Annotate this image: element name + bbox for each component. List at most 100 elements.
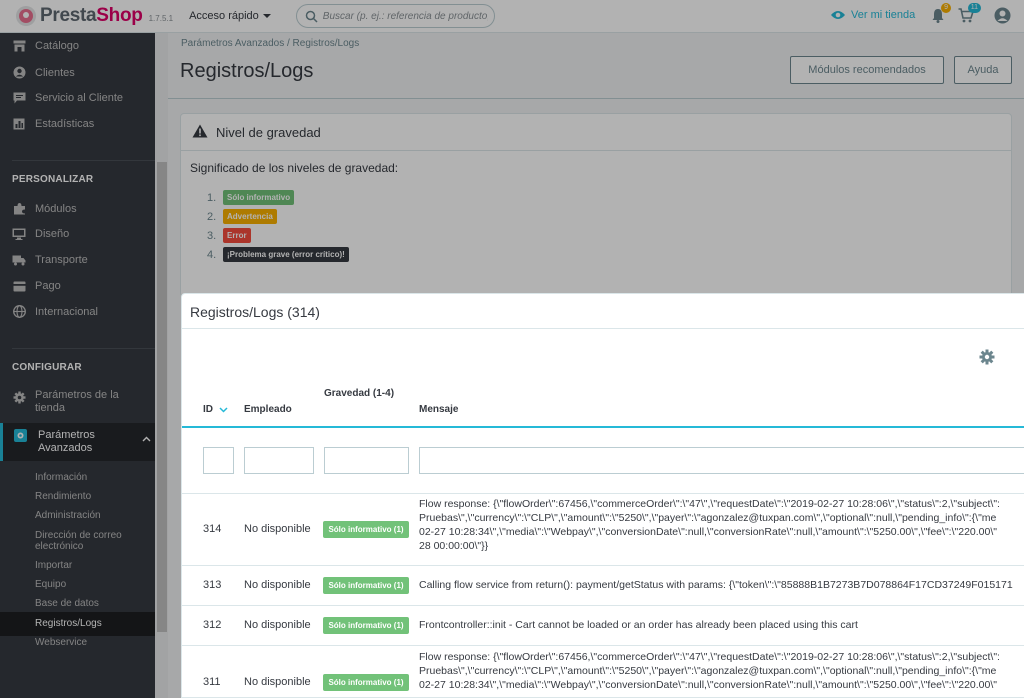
severity-level-1: 1. Sólo informativo xyxy=(207,190,295,205)
sidebar-item-design[interactable]: Diseño xyxy=(0,228,155,240)
sidebar-subitem-logs[interactable]: Registros/Logs xyxy=(35,618,145,629)
sidebar-item-advanced-params[interactable]: Parámetros Avanzados xyxy=(0,423,155,461)
severity-badge: Sólo informativo (1) xyxy=(323,577,409,594)
logs-panel-title: Registros/Logs (314) xyxy=(190,304,320,320)
caret-down-icon xyxy=(262,14,271,18)
sidebar-divider xyxy=(12,160,155,161)
column-header-id[interactable]: ID xyxy=(203,402,228,418)
severity-level-3: 3. Error xyxy=(207,228,251,243)
sidebar-item-store-params[interactable]: Parámetros de la tienda xyxy=(0,389,155,415)
column-header-message[interactable]: Mensaje xyxy=(419,402,458,418)
cell-message: Flow response: {\"flowOrder\":67456,\"co… xyxy=(419,651,1000,691)
sidebar-item-shipping[interactable]: Transporte xyxy=(0,254,155,266)
cell-id: 312 xyxy=(203,619,222,631)
puzzle-icon xyxy=(13,203,25,215)
sidebar-subitem-performance[interactable]: Rendimiento xyxy=(35,491,145,502)
cell-message: Flow response: {\"flowOrder\":67456,\"co… xyxy=(419,498,1000,552)
cell-message: Frontcontroller::init - Cart cannot be l… xyxy=(419,619,858,631)
sidebar-item-label: Estadísticas xyxy=(35,118,95,130)
card-icon xyxy=(13,281,25,291)
sidebar-item-catalog[interactable]: Catálogo xyxy=(0,40,155,52)
search-box[interactable] xyxy=(295,4,495,28)
sidebar-subitem-webservice[interactable]: Webservice xyxy=(35,637,145,648)
cell-id: 314 xyxy=(203,523,222,535)
sidebar-item-label: Pago xyxy=(35,280,61,292)
sidebar-item-payment[interactable]: Pago xyxy=(0,280,155,292)
eye-icon xyxy=(831,11,845,19)
chart-icon xyxy=(13,118,25,130)
sidebar-section-personalize: PERSONALIZAR xyxy=(12,174,94,185)
sidebar-subitem-administration[interactable]: Administración xyxy=(35,510,145,521)
sidebar-item-label: Transporte xyxy=(35,254,88,266)
search-input[interactable] xyxy=(322,10,488,22)
quick-access-dropdown[interactable]: Acceso rápido xyxy=(189,10,271,22)
logo-text: PrestaShop xyxy=(40,5,143,26)
cell-id: 311 xyxy=(203,676,221,688)
filter-employee-input[interactable] xyxy=(244,447,314,474)
severity-badge-info: Sólo informativo xyxy=(223,190,295,205)
sidebar-subitem-import[interactable]: Importar xyxy=(35,560,145,571)
severity-badge: Sólo informativo (1) xyxy=(323,521,409,538)
search-icon xyxy=(305,10,318,23)
cell-employee: No disponible xyxy=(244,619,311,631)
sidebar-section-configure: CONFIGURAR xyxy=(12,362,82,373)
recommended-modules-button[interactable]: Módulos recomendados xyxy=(790,56,944,84)
orders-badge: 9 xyxy=(941,3,951,13)
sidebar-subitem-database[interactable]: Base de datos xyxy=(35,598,145,609)
row-divider xyxy=(182,605,1024,606)
row-divider xyxy=(182,493,1024,494)
sidebar-item-international[interactable]: Internacional xyxy=(0,305,155,318)
account-menu[interactable] xyxy=(994,7,1011,27)
severity-badge: Sólo informativo (1) xyxy=(323,674,409,691)
page-title: Registros/Logs xyxy=(180,60,314,82)
sidebar-subitem-team[interactable]: Equipo xyxy=(35,579,145,590)
user-icon xyxy=(13,66,25,79)
column-header-employee[interactable]: Empleado xyxy=(244,402,292,418)
version-label: 1.7.5.1 xyxy=(148,13,174,23)
filter-message-input[interactable] xyxy=(419,447,1024,474)
view-store-link[interactable]: Ver mi tienda xyxy=(830,9,915,21)
customers-badge: 11 xyxy=(967,3,981,13)
severity-panel-header: Nivel de gravedad xyxy=(181,114,1011,151)
sort-down-icon xyxy=(219,407,228,413)
gear-icon xyxy=(979,349,995,365)
chat-icon xyxy=(13,92,25,104)
severity-levels-panel: Nivel de gravedad Significado de los niv… xyxy=(180,113,1012,297)
column-header-severity[interactable]: Gravedad (1-4) xyxy=(324,386,402,402)
cell-employee: No disponible xyxy=(244,579,311,591)
filter-severity-input[interactable] xyxy=(324,447,409,474)
help-button[interactable]: Ayuda xyxy=(954,56,1012,84)
customers-notification[interactable]: 11 xyxy=(958,3,981,26)
cell-message: Calling flow service from return(): paym… xyxy=(419,579,1013,591)
sidebar-divider xyxy=(12,348,155,349)
logs-panel-header: Registros/Logs (314) xyxy=(182,294,1024,329)
title-divider xyxy=(168,98,1024,99)
row-divider xyxy=(182,565,1024,566)
logs-panel: Registros/Logs (314) ID Empleado Graveda… xyxy=(181,293,1024,698)
sidebar-item-label: Servicio al Cliente xyxy=(35,92,124,104)
prestashop-logo[interactable]: PrestaShop 1.7.5.1 xyxy=(16,5,173,27)
sidebar-scroll-thumb[interactable] xyxy=(157,162,167,632)
sidebar-item-label: Parámetros de la tienda xyxy=(35,389,119,414)
severity-level-4: 4. ¡Problema grave (error crítico)! xyxy=(207,247,349,262)
quick-access-label: Acceso rápido xyxy=(189,10,259,22)
cell-employee: No disponible xyxy=(244,676,311,688)
cell-id: 313 xyxy=(203,579,222,591)
sidebar-subitem-information[interactable]: Información xyxy=(35,472,145,483)
sidebar-item-customer-service[interactable]: Servicio al Cliente xyxy=(0,92,155,104)
sidebar-item-customers[interactable]: Clientes xyxy=(0,66,155,79)
sidebar-item-label: Internacional xyxy=(35,305,98,318)
truck-icon xyxy=(12,255,26,265)
globe-icon xyxy=(12,305,26,318)
sidebar-item-label: Clientes xyxy=(35,66,75,79)
table-settings-button[interactable] xyxy=(979,349,995,368)
severity-badge-warning: Advertencia xyxy=(223,209,277,224)
sidebar-item-modules[interactable]: Módulos xyxy=(0,202,155,215)
gear-icon xyxy=(13,391,25,404)
orders-notification[interactable]: 9 xyxy=(932,3,951,26)
sidebar-item-stats[interactable]: Estadísticas xyxy=(0,118,155,130)
view-store-label: Ver mi tienda xyxy=(851,9,916,21)
filter-id-input[interactable] xyxy=(203,447,234,474)
sidebar-item-label: Diseño xyxy=(35,228,70,240)
sidebar-subitem-email[interactable]: Dirección de correo electrónico xyxy=(35,530,145,552)
